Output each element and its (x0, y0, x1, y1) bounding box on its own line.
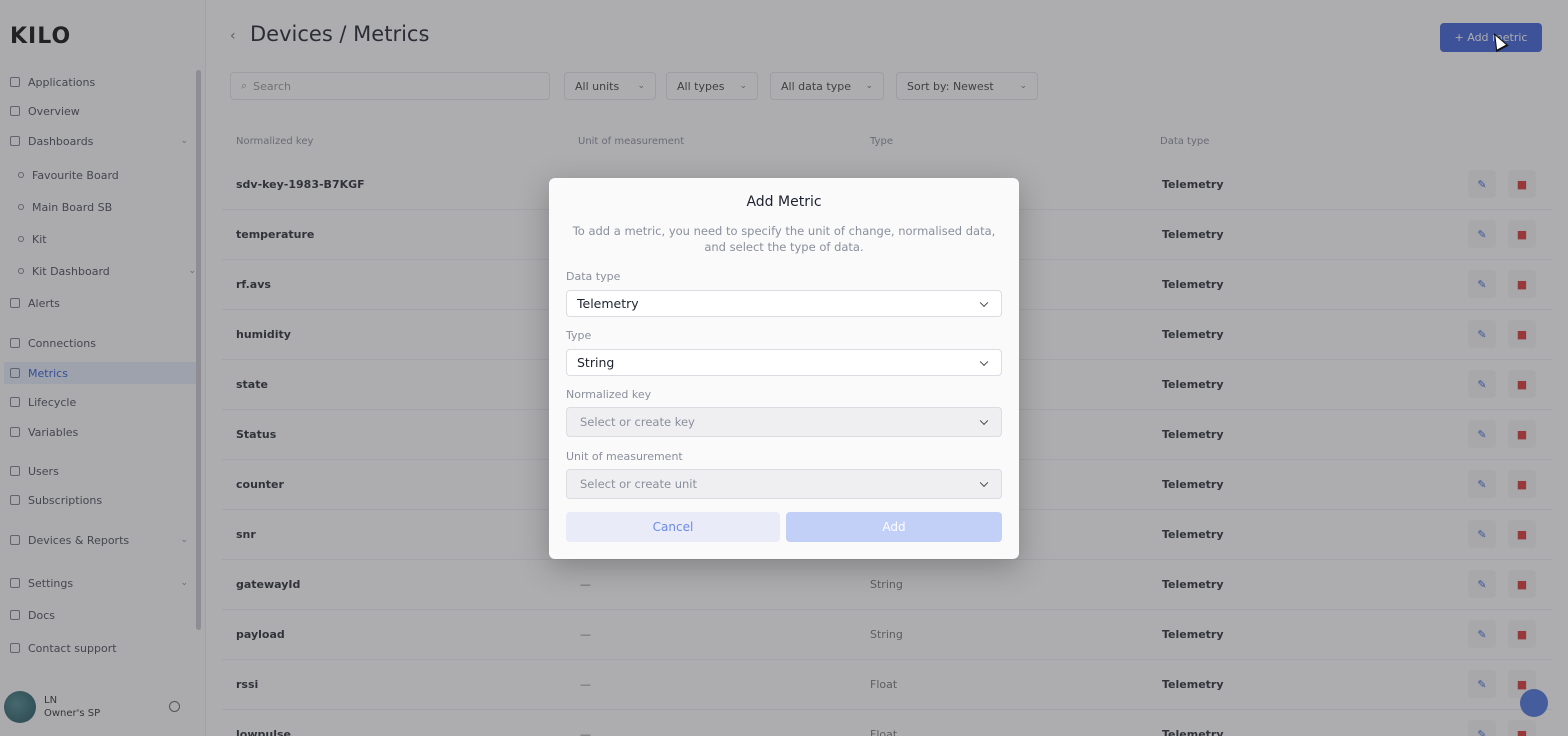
unit-select[interactable]: Select or create unit (566, 469, 1002, 499)
chevron-down-icon (979, 357, 989, 366)
normalized-key-select[interactable]: Select or create key (566, 407, 1002, 437)
normalized-key-label: Normalized key (566, 388, 652, 401)
add-metric-dialog: Add Metric To add a metric, you need to … (549, 178, 1019, 559)
unit-placeholder: Select or create unit (580, 477, 697, 491)
add-button[interactable]: Add (786, 512, 1002, 542)
unit-label: Unit of measurement (566, 450, 683, 463)
type-label: Type (566, 329, 592, 342)
chevron-down-icon (979, 416, 989, 426)
data-type-select[interactable]: Telemetry (566, 290, 1002, 317)
dialog-title: Add Metric (746, 194, 822, 210)
type-value: String (577, 355, 615, 370)
normalized-key-placeholder: Select or create key (580, 415, 695, 429)
data-type-value: Telemetry (577, 296, 639, 311)
type-select[interactable]: String (566, 349, 1002, 376)
chevron-down-icon (979, 478, 989, 488)
data-type-label: Data type (566, 270, 621, 283)
cancel-button[interactable]: Cancel (566, 512, 780, 542)
chevron-down-icon (979, 298, 989, 307)
dialog-description: To add a metric, you need to specify the… (572, 224, 996, 254)
